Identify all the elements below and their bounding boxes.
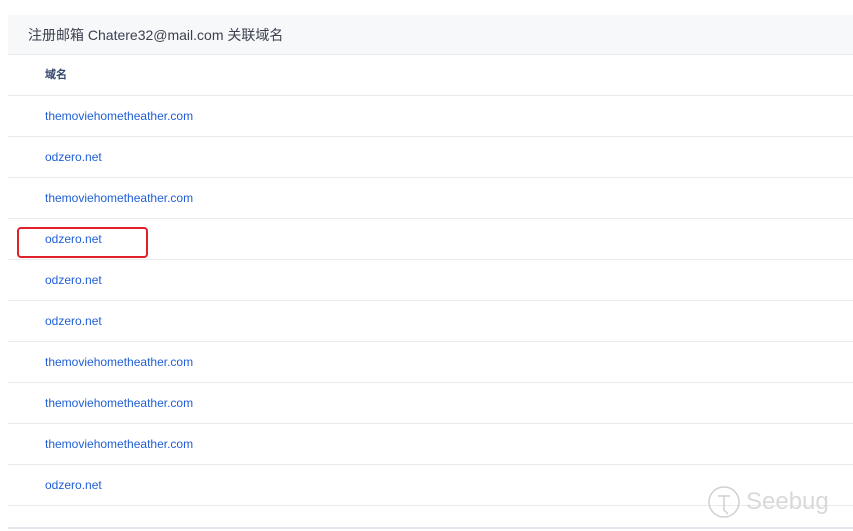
domain-link[interactable]: themoviehometheather.com: [45, 396, 193, 410]
table-row: themoviehometheather.com: [8, 96, 853, 137]
associated-domains-card: 注册邮箱 Chatere32@mail.com 关联域名 域名 themovie…: [8, 15, 853, 527]
table-row: themoviehometheather.com: [8, 178, 853, 219]
domain-link[interactable]: themoviehometheather.com: [45, 437, 193, 451]
domain-link[interactable]: odzero.net: [45, 150, 102, 164]
table-row: odzero.net: [8, 260, 853, 301]
column-header-domain: 域名: [8, 55, 853, 96]
table-row: themoviehometheather.com: [8, 383, 853, 424]
highlight-box: [17, 227, 148, 258]
table-row: themoviehometheather.com: [8, 424, 853, 465]
domain-link[interactable]: odzero.net: [45, 273, 102, 287]
card-title: 注册邮箱 Chatere32@mail.com 关联域名: [8, 15, 853, 55]
table-row: odzero.net: [8, 137, 853, 178]
domain-link[interactable]: odzero.net: [45, 478, 102, 492]
seebug-logo-icon: [708, 486, 740, 518]
watermark-text: Seebug: [746, 488, 829, 515]
seebug-watermark: Seebug: [706, 484, 829, 520]
domain-link[interactable]: themoviehometheather.com: [45, 355, 193, 369]
divider: [8, 527, 853, 529]
table-row: odzero.net: [8, 301, 853, 342]
domain-link[interactable]: themoviehometheather.com: [45, 191, 193, 205]
table-row: themoviehometheather.com: [8, 342, 853, 383]
domain-link[interactable]: themoviehometheather.com: [45, 109, 193, 123]
domain-link[interactable]: odzero.net: [45, 314, 102, 328]
